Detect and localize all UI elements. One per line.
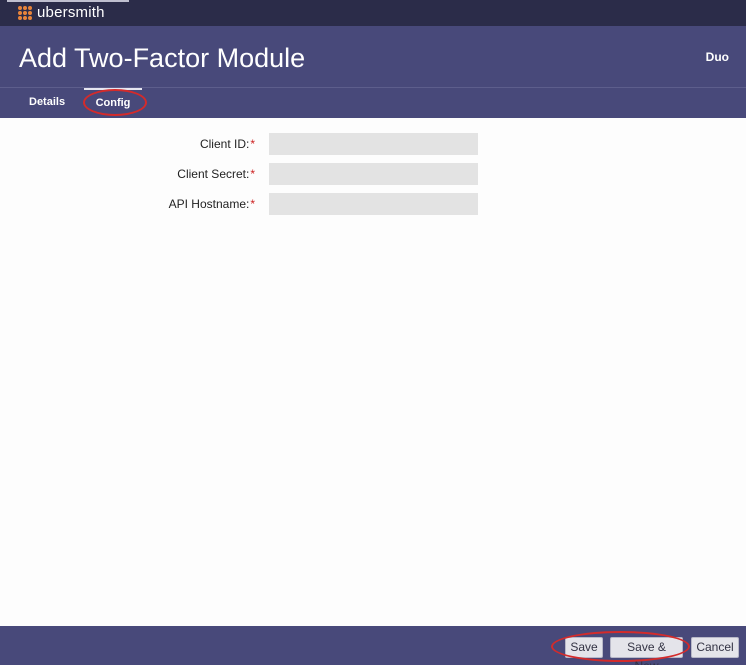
client-id-field[interactable] (269, 133, 478, 155)
form-row-client-id: Client ID:* (0, 133, 746, 155)
save-button[interactable]: Save (565, 637, 603, 658)
required-marker: * (250, 197, 255, 211)
save-and-new-button[interactable]: Save & New (610, 637, 683, 665)
tab-config-label: Config (95, 97, 131, 109)
tab-details[interactable]: Details (29, 88, 65, 118)
brand-bar: ubersmith (0, 0, 746, 26)
ubersmith-logo-icon (18, 6, 32, 20)
config-form: Client ID:* Client Secret:* API Hostname… (0, 118, 746, 626)
brand-tab[interactable]: ubersmith (7, 0, 129, 22)
client-id-label: Client ID:* (199, 137, 255, 151)
tab-bar: Details Config (0, 88, 746, 118)
cancel-button[interactable]: Cancel (691, 637, 739, 658)
api-hostname-field[interactable] (269, 193, 478, 215)
page-title: Add Two-Factor Module (19, 43, 306, 73)
module-name: Duo (705, 50, 729, 64)
form-row-api-hostname: API Hostname:* (0, 193, 746, 215)
form-row-client-secret: Client Secret:* (0, 163, 746, 185)
brand-name: ubersmith (37, 4, 105, 21)
required-marker: * (250, 167, 255, 181)
tab-details-label: Details (29, 96, 66, 108)
client-secret-label: Client Secret:* (177, 167, 255, 181)
app-window: ubersmith Add Two-Factor Module Duo Deta… (0, 0, 746, 665)
tab-config[interactable]: Config (84, 88, 142, 118)
required-marker: * (250, 137, 255, 151)
page-header: Add Two-Factor Module Duo (0, 26, 746, 88)
client-secret-field[interactable] (269, 163, 478, 185)
api-hostname-label: API Hostname:* (168, 197, 255, 211)
footer-bar: Save Save & New Cancel (0, 626, 746, 665)
